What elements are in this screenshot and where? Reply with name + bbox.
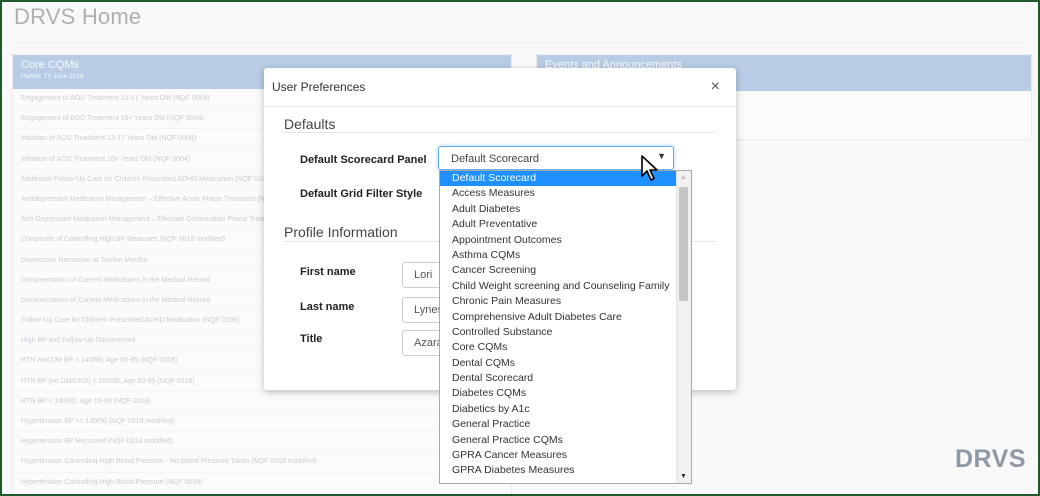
- scorecard-option[interactable]: Appointment Outcomes: [440, 233, 678, 248]
- dropdown-scrollbar[interactable]: ▲ ▼: [676, 171, 691, 483]
- scorecard-select-value: Default Scorecard: [451, 153, 540, 165]
- last-name-label: Last name: [300, 301, 355, 313]
- defaults-divider: [284, 132, 716, 133]
- scorecard-option[interactable]: GPRA Diabetes Measures: [440, 463, 678, 478]
- scorecard-option[interactable]: Dental CQMs: [440, 356, 678, 371]
- scorecard-option[interactable]: Dental Scorecard: [440, 371, 678, 386]
- scorecard-option[interactable]: Access Measures: [440, 186, 678, 201]
- scroll-down-icon[interactable]: ▼: [680, 473, 687, 480]
- scorecard-option[interactable]: Diabetics by A1c: [440, 402, 678, 417]
- close-icon[interactable]: ×: [711, 78, 720, 96]
- title-label: Title: [300, 333, 323, 345]
- scorecard-option[interactable]: Adult Diabetes: [440, 202, 678, 217]
- dialog-title: User Preferences: [272, 80, 366, 94]
- scorecard-option[interactable]: Adult Preventative: [440, 217, 678, 232]
- scorecard-option[interactable]: Controlled Substance: [440, 325, 678, 340]
- scroll-thumb[interactable]: [679, 187, 688, 301]
- dialog-header: User Preferences ×: [264, 68, 736, 107]
- scroll-up-icon[interactable]: ▲: [680, 174, 687, 181]
- scorecard-option[interactable]: Comprehensive Adult Diabetes Care: [440, 310, 678, 325]
- scorecard-option[interactable]: Core CQMs: [440, 340, 678, 355]
- scorecard-label: Default Scorecard Panel: [300, 154, 427, 166]
- grid-filter-label: Default Grid Filter Style: [300, 188, 423, 200]
- first-name-label: First name: [300, 266, 356, 278]
- scorecard-option[interactable]: Chronic Pain Measures: [440, 294, 678, 309]
- scorecard-option[interactable]: General Practice CQMs: [440, 433, 678, 448]
- scorecard-option[interactable]: Asthma CQMs: [440, 248, 678, 263]
- scorecard-option[interactable]: General Practice: [440, 417, 678, 432]
- scorecard-options: Default Scorecard Access Measures Adult Di…: [440, 171, 678, 479]
- scorecard-option[interactable]: Diabetes CQMs: [440, 386, 678, 401]
- profile-heading: Profile Information: [284, 224, 398, 240]
- scorecard-select[interactable]: Default Scorecard ▼: [438, 146, 674, 170]
- scorecard-dropdown: Default Scorecard Access Measures Adult Di…: [439, 170, 692, 484]
- mouse-pointer-icon: [641, 155, 658, 181]
- scorecard-option[interactable]: Cancer Screening: [440, 263, 678, 278]
- scorecard-option[interactable]: Child Weight screening and Counseling Fa…: [440, 279, 678, 294]
- scorecard-option[interactable]: GPRA Cancer Measures: [440, 448, 678, 463]
- defaults-heading: Defaults: [284, 116, 336, 132]
